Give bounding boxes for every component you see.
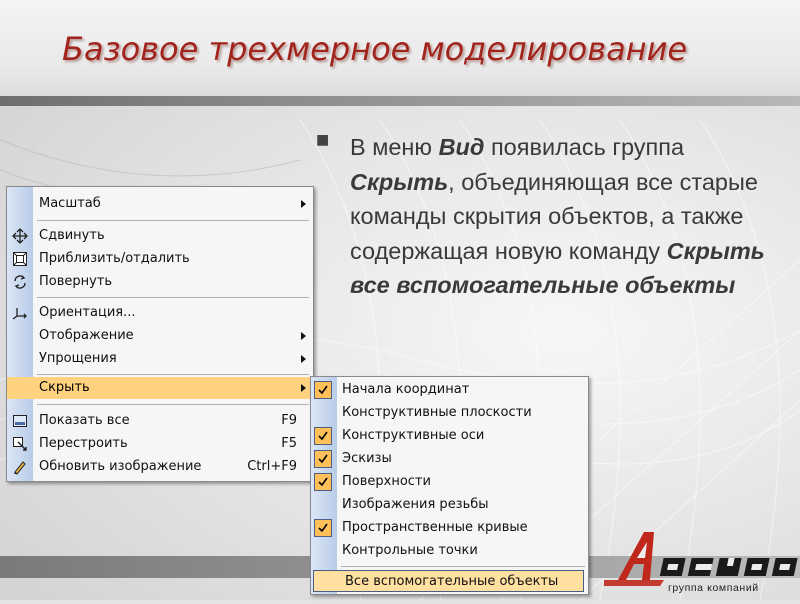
menu-item-orientation[interactable]: Ориентация... xyxy=(7,302,313,324)
submenu-item-origins[interactable]: Начала координат xyxy=(311,379,588,401)
menu-item-simplifications[interactable]: Упрощения xyxy=(7,348,313,370)
title-underline-bar xyxy=(0,96,800,106)
submenu-arrow-icon xyxy=(301,355,306,363)
menu-item-rotate[interactable]: Повернуть xyxy=(7,271,313,293)
submenu-item-surfaces[interactable]: Поверхности xyxy=(311,471,588,493)
submenu-item-axes[interactable]: Конструктивные оси xyxy=(311,425,588,447)
zoom-box-icon xyxy=(12,251,28,267)
menu-item-pan[interactable]: Сдвинуть xyxy=(7,225,313,247)
menu-separator xyxy=(37,404,309,405)
checkmark-icon xyxy=(314,519,332,537)
rotate-icon xyxy=(12,274,28,290)
checkmark-icon xyxy=(314,473,332,491)
refresh-pen-icon xyxy=(12,459,28,475)
submenu-item-sketches[interactable]: Эскизы xyxy=(311,448,588,470)
menu-item-show-all[interactable]: Показать все F9 xyxy=(7,410,313,432)
menu-item-rebuild[interactable]: Перестроить F5 xyxy=(7,433,313,455)
menu-separator xyxy=(37,220,309,221)
menu-separator xyxy=(37,374,309,375)
submenu-item-threads[interactable]: Изображения резьбы xyxy=(311,494,588,516)
orientation-axes-icon xyxy=(12,305,28,321)
menu-item-refresh[interactable]: Обновить изображение Ctrl+F9 xyxy=(7,456,313,478)
bullet-point: ■ В меню Вид появилась группа Скрыть, об… xyxy=(316,130,786,303)
checkmark-icon xyxy=(314,427,332,445)
menu-item-hide[interactable]: Скрыть xyxy=(7,377,313,399)
submenu-separator xyxy=(341,566,585,567)
menu-item-zoom[interactable]: Приблизить/отдалить xyxy=(7,248,313,270)
logo-tagline: группа компаний xyxy=(668,582,759,594)
submenu-item-all-auxiliary[interactable]: Все вспомогательные объекты xyxy=(313,570,584,592)
rebuild-icon xyxy=(12,436,28,452)
slide-title: Базовое трехмерное моделирование xyxy=(62,30,688,68)
checkmark-icon xyxy=(314,450,332,468)
submenu-item-planes[interactable]: Конструктивные плоскости xyxy=(311,402,588,424)
square-bullet-icon: ■ xyxy=(316,132,330,148)
submenu-arrow-icon xyxy=(301,332,306,340)
submenu-item-control-points[interactable]: Контрольные точки xyxy=(311,540,588,562)
menu-item-scale[interactable]: Масштаб xyxy=(7,193,313,215)
menu-item-display[interactable]: Отображение xyxy=(7,325,313,347)
view-menu: Масштаб Сдвинуть Приблизить/отдалить Пов… xyxy=(6,186,314,482)
menu-separator xyxy=(37,297,309,298)
hide-submenu: Начала координат Конструктивные плоскост… xyxy=(310,376,589,595)
checkmark-icon xyxy=(314,381,332,399)
submenu-arrow-icon xyxy=(301,384,306,392)
emphasis-vid: Вид xyxy=(438,134,485,160)
show-all-icon xyxy=(12,413,28,429)
emphasis-skryt: Скрыть xyxy=(350,168,449,195)
bullet-text: В меню Вид появилась группа Скрыть, объе… xyxy=(350,134,765,298)
move-arrows-icon xyxy=(12,228,28,244)
submenu-arrow-icon xyxy=(301,200,306,208)
submenu-item-curves[interactable]: Пространственные кривые xyxy=(311,517,588,539)
